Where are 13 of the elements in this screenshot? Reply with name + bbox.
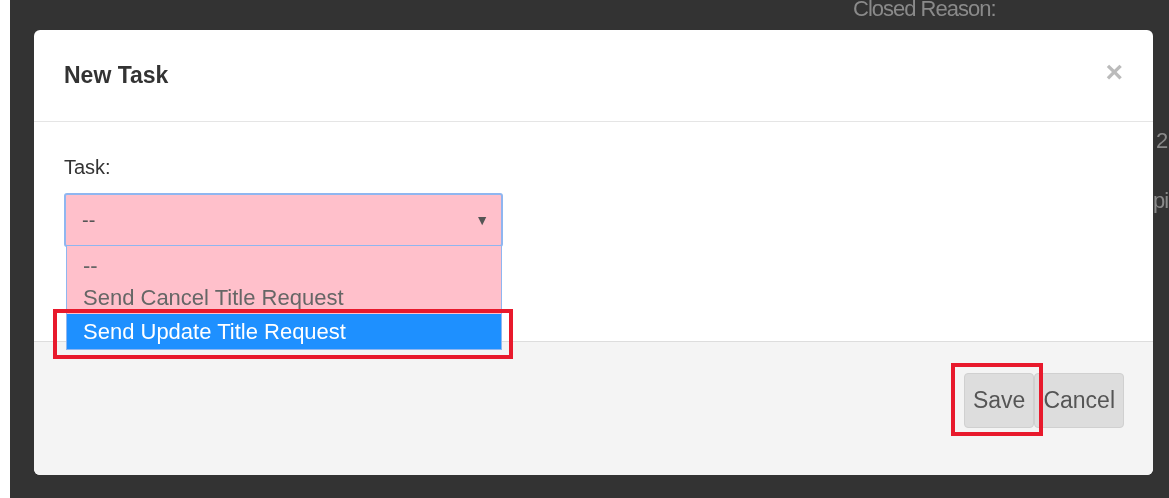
background-text: 2 xyxy=(1156,128,1168,154)
close-button[interactable]: × xyxy=(1105,56,1123,87)
background-text: pi xyxy=(1153,188,1169,214)
field-label: Task: xyxy=(64,156,111,179)
dropdown-option[interactable]: Send Cancel Title Request xyxy=(67,282,501,314)
dialog-button[interactable]: Cancel xyxy=(1034,373,1124,428)
task-dropdown[interactable]: -- ▼ xyxy=(64,193,503,247)
dialog-title: New Task xyxy=(64,62,169,89)
dropdown-option[interactable]: -- xyxy=(67,250,501,282)
dropdown-option[interactable]: Send Update Title Request xyxy=(67,314,501,349)
background-text: Closed Reason: xyxy=(853,0,996,22)
dialog-button[interactable]: Save xyxy=(963,373,1035,428)
dropdown-arrow-icon: ▼ xyxy=(475,212,489,228)
